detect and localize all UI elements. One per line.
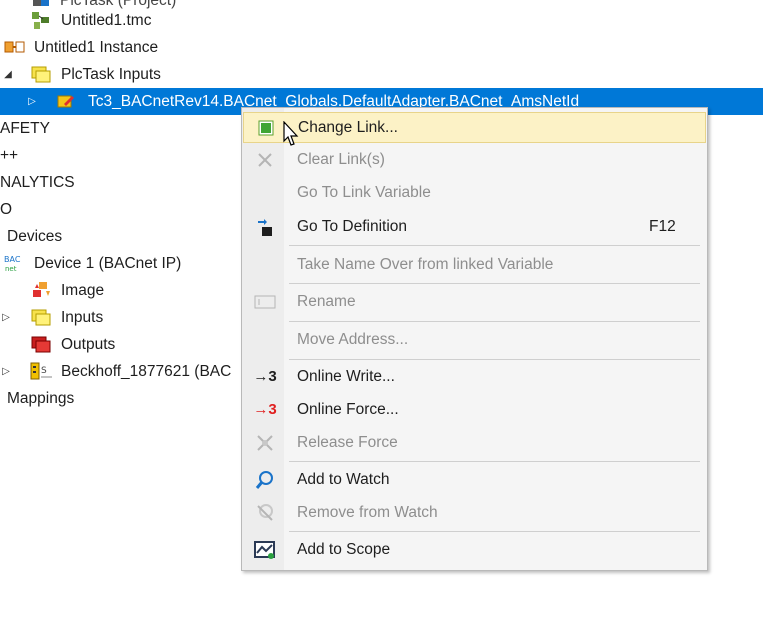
- menu-item-release-force[interactable]: Release Force: [243, 427, 706, 458]
- menu-separator: [289, 461, 700, 462]
- tree-row-label: ++: [0, 146, 19, 164]
- menu-item-online-force[interactable]: →3 Online Force...: [243, 394, 706, 425]
- change-link-icon: [255, 117, 277, 139]
- rename-icon: [254, 291, 276, 313]
- tree-row-label: Untitled1.tmc: [61, 11, 152, 29]
- tmc-file-icon: [31, 11, 51, 29]
- tree-row-label: NALYTICS: [0, 173, 75, 191]
- menu-separator: [289, 245, 700, 246]
- online-write-icon: →3: [253, 368, 277, 385]
- online-force-icon: →3: [253, 401, 277, 418]
- menu-item-add-to-watch[interactable]: Add to Watch: [243, 464, 706, 495]
- menu-item-take-name-over[interactable]: Take Name Over from linked Variable: [243, 249, 706, 280]
- tree-row-label: Image: [61, 281, 105, 299]
- bacnet-box-icon: S: [30, 361, 52, 380]
- menu-item-label: Clear Link(s): [297, 150, 385, 168]
- inputs-folder-icon: [31, 65, 51, 83]
- mouse-cursor-icon: [283, 121, 299, 146]
- menu-item-label: Move Address...: [297, 330, 409, 348]
- menu-item-move-address[interactable]: Move Address...: [243, 324, 706, 355]
- tree-row-untitled1-instance[interactable]: Untitled1 Instance: [0, 34, 763, 61]
- menu-item-label: Remove from Watch: [297, 503, 438, 521]
- outputs-folder-icon: [31, 335, 51, 353]
- menu-item-label: Go To Link Variable: [297, 183, 431, 201]
- tree-row-label: Outputs: [61, 335, 116, 353]
- expand-arrow-icon[interactable]: ▷: [26, 95, 38, 107]
- expand-arrow-icon[interactable]: ▷: [0, 365, 12, 377]
- menu-item-online-write[interactable]: →3 Online Write...: [243, 361, 706, 392]
- tree-row-label: O: [0, 200, 13, 218]
- magnifier-icon: [254, 469, 276, 491]
- go-to-definition-icon: [254, 216, 276, 238]
- image-icon: [31, 281, 51, 299]
- bacnet-device-icon: BAC net: [3, 253, 23, 273]
- menu-item-label: Add to Watch: [297, 470, 390, 488]
- tree-row-label: PlcTask Inputs: [61, 65, 161, 83]
- menu-separator: [289, 321, 700, 322]
- menu-item-label: Rename: [297, 292, 356, 310]
- clear-link-icon: [254, 149, 276, 171]
- menu-separator: [289, 359, 700, 360]
- linked-variable-icon: [56, 92, 76, 110]
- menu-separator: [289, 531, 700, 532]
- tree-row-label: Inputs: [61, 308, 104, 326]
- menu-item-label: Change Link...: [298, 118, 398, 136]
- menu-item-clear-links[interactable]: Clear Link(s): [243, 144, 706, 175]
- collapse-arrow-icon[interactable]: ◢: [2, 68, 14, 80]
- menu-item-go-to-definition[interactable]: Go To Definition F12: [243, 211, 706, 242]
- menu-item-label: Online Force...: [297, 400, 399, 418]
- remove-watch-icon: [254, 502, 276, 524]
- release-force-icon: [254, 432, 276, 454]
- menu-item-label: Online Write...: [297, 367, 395, 385]
- expand-arrow-icon[interactable]: ▷: [0, 311, 12, 323]
- tree-row-label: Beckhoff_1877621 (BAC: [61, 362, 232, 380]
- context-menu: Change Link... Clear Link(s) Go To Link …: [241, 107, 708, 571]
- menu-item-remove-from-watch[interactable]: Remove from Watch: [243, 497, 706, 528]
- svg-text:BAC: BAC: [4, 255, 21, 264]
- svg-text:net: net: [5, 265, 17, 273]
- tree-row-untitled1-tmc[interactable]: Untitled1.tmc: [0, 7, 763, 34]
- menu-item-add-to-scope[interactable]: Add to Scope: [243, 534, 706, 565]
- menu-item-label: Add to Scope: [297, 540, 391, 558]
- instance-icon: [4, 38, 25, 56]
- tree-row-label: AFETY: [0, 119, 50, 137]
- menu-separator: [289, 283, 700, 284]
- menu-item-shortcut: F12: [649, 217, 676, 235]
- inputs-folder-icon: [31, 308, 51, 326]
- svg-text:S: S: [41, 366, 47, 376]
- tree-row-label: Mappings: [7, 389, 75, 407]
- menu-item-change-link[interactable]: Change Link...: [243, 112, 706, 143]
- menu-item-go-to-link-variable[interactable]: Go To Link Variable: [243, 177, 706, 208]
- menu-item-rename[interactable]: Rename: [243, 286, 706, 317]
- menu-item-label: Go To Definition: [297, 217, 407, 235]
- menu-item-label: Release Force: [297, 433, 398, 451]
- tree-row-label: Device 1 (BACnet IP): [34, 254, 182, 272]
- tree-row-label: Untitled1 Instance: [34, 38, 159, 56]
- tree-row-label: Devices: [7, 227, 63, 245]
- scope-icon: [254, 539, 276, 561]
- menu-item-label: Take Name Over from linked Variable: [297, 255, 554, 273]
- tree-row-plctask-inputs[interactable]: ◢ PlcTask Inputs: [0, 61, 763, 88]
